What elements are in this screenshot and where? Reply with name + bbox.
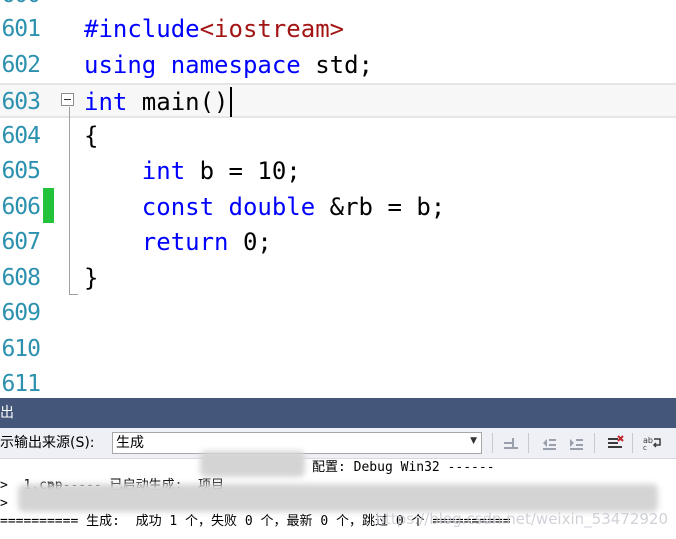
code-editor[interactable]: 600 601#include<iostream>602using namesp… [0, 0, 676, 398]
svg-text:c: c [643, 444, 647, 451]
line-number: 604 [1, 122, 41, 149]
go-to-error-icon[interactable] [500, 433, 522, 453]
line-number: 601 [1, 16, 41, 42]
line-number: 610 [1, 335, 41, 362]
output-line-blank: > [0, 496, 8, 511]
redacted-project-name [200, 451, 305, 477]
toolbar-separator [594, 433, 595, 453]
code-token: main() [127, 88, 229, 116]
code-token: <iostream> [199, 15, 345, 43]
line-number: 606 [1, 193, 41, 220]
code-text[interactable]: { [84, 119, 98, 154]
code-token: 0; [228, 228, 272, 256]
outline-guide [69, 107, 70, 295]
code-token: using [84, 50, 157, 79]
code-line[interactable]: 603 int main() [0, 83, 676, 118]
code-token: { [84, 121, 99, 150]
code-token: #include [84, 15, 200, 43]
output-toolbar: 示输出来源(S): 生成 ▼ ab c [0, 428, 676, 459]
code-token: std; [300, 50, 373, 79]
code-line[interactable]: 602 using namespace std; [0, 48, 676, 83]
code-token: &rb = b; [315, 192, 446, 221]
output-source-value: 生成 [116, 435, 144, 451]
watermark: https://blog.csdn.net/weixin_53472920 [375, 510, 668, 528]
line-number: 602 [1, 51, 41, 78]
source-label: 示输出来源(S): [0, 435, 95, 451]
code-line[interactable]: 608} [0, 261, 676, 296]
toolbar-separator [492, 433, 493, 453]
code-line[interactable]: 611 [0, 367, 676, 398]
code-line[interactable]: 607 return 0; [0, 225, 676, 260]
code-text[interactable]: int b = 10; [84, 154, 301, 189]
output-pane: 出 示输出来源(S): 生成 ▼ abc >------ 已启动生成: 项目 [0, 398, 676, 539]
code-token: const [141, 192, 215, 221]
line-number: 607 [1, 229, 41, 255]
output-title-text: 出 [0, 405, 14, 421]
code-token: return [141, 228, 229, 256]
output-text[interactable]: >------ 已启动生成: 项目 配置: Debug Win32 ------… [0, 451, 676, 539]
code-line[interactable]: 610 [0, 332, 676, 367]
previous-message-icon[interactable] [538, 433, 560, 453]
code-text[interactable]: int main() [84, 85, 229, 120]
code-token: int [84, 88, 128, 116]
code-text[interactable]: return 0; [84, 225, 272, 260]
code-line[interactable]: 604 { [0, 119, 676, 154]
output-line-start-config: 配置: Debug Win32 ------ [312, 460, 495, 475]
code-line[interactable]: 605 int b = 10; [0, 154, 676, 189]
code-token: namespace [170, 50, 301, 79]
code-line[interactable]: 609 [0, 296, 676, 331]
code-token: int [141, 157, 186, 185]
line-number: 609 [1, 300, 41, 326]
collapse-toggle-icon[interactable] [61, 93, 74, 106]
code-line[interactable]: 606 const double &rb = b; [0, 190, 676, 225]
output-pane-title[interactable]: 出 [0, 398, 676, 428]
code-text[interactable]: const double &rb = b; [84, 190, 445, 225]
outline-guide-end [69, 294, 78, 295]
code-token: double [228, 192, 316, 221]
redacted-output-path [18, 484, 658, 512]
clear-all-icon[interactable] [604, 433, 626, 453]
line-number: 603 [1, 89, 41, 115]
line-number: 611 [1, 371, 41, 397]
code-text[interactable]: using namespace std; [84, 48, 373, 83]
code-text[interactable]: #include<iostream> [84, 12, 344, 47]
toggle-word-wrap-icon[interactable]: ab c [642, 433, 664, 453]
toolbar-separator [632, 433, 633, 453]
change-marker [43, 188, 54, 223]
chevron-down-icon: ▼ [470, 436, 477, 446]
toolbar-separator [528, 433, 529, 453]
line-number: 608 [1, 264, 41, 291]
line-number: 605 [1, 158, 41, 184]
next-message-icon[interactable] [565, 433, 587, 453]
code-text[interactable]: } [84, 261, 98, 296]
code-line[interactable]: 601 #include<iostream> [0, 12, 676, 47]
code-token: b = 10; [185, 157, 301, 185]
code-token: } [84, 263, 99, 292]
text-cursor [230, 87, 232, 117]
